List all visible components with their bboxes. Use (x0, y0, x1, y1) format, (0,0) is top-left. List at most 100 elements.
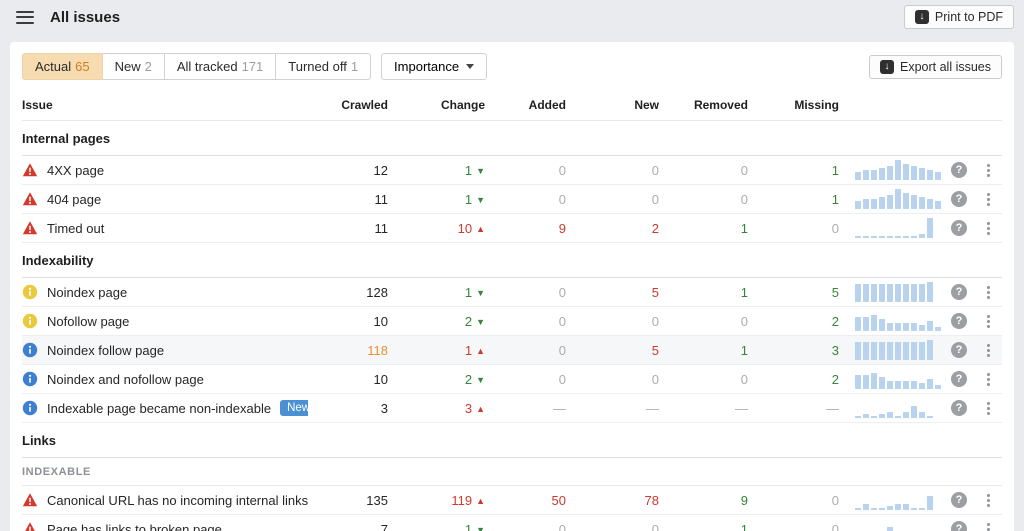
filter-segmented-control: Actual65New2All tracked171Turned off1 (22, 53, 371, 80)
help-icon[interactable]: ? (951, 492, 967, 508)
missing-value: 2 (748, 372, 839, 387)
table-row[interactable]: 4XX page121▼0001? (22, 156, 1002, 185)
help-icon[interactable]: ? (951, 400, 967, 416)
issue-label[interactable]: Indexable page became non-indexable (47, 401, 271, 416)
red-warning-triangle-icon (22, 521, 38, 531)
help-icon[interactable]: ? (951, 284, 967, 300)
help-icon[interactable]: ? (951, 342, 967, 358)
importance-dropdown[interactable]: Importance (381, 53, 487, 80)
row-menu-button[interactable] (974, 494, 1002, 507)
sparkline-bar (903, 342, 909, 360)
export-all-issues-button[interactable]: Export all issues (869, 55, 1002, 79)
table-row[interactable]: Canonical URL has no incoming internal l… (22, 486, 1002, 515)
filter-tab-count: 171 (242, 59, 264, 74)
change-number: 119 (451, 493, 472, 508)
new-value: 5 (566, 285, 659, 300)
subsection-header: INDEXABLE (22, 458, 1002, 486)
row-menu-button[interactable] (974, 193, 1002, 206)
help-icon[interactable]: ? (951, 521, 967, 531)
help-icon[interactable]: ? (951, 220, 967, 236)
table-row[interactable]: Indexable page became non-indexableNew33… (22, 394, 1002, 423)
triangle-down-icon: ▼ (476, 166, 485, 176)
filters-toolbar: Actual65New2All tracked171Turned off1 Im… (10, 42, 1014, 90)
row-menu-button[interactable] (974, 402, 1002, 415)
sparkline-bar (903, 193, 909, 209)
help-icon[interactable]: ? (951, 162, 967, 178)
sparkline-bar (887, 412, 893, 418)
sparkline-bar (871, 236, 877, 238)
table-row[interactable]: Page has links to broken page71▼0010? (22, 515, 1002, 531)
crawled-value: 12 (308, 163, 388, 178)
help-icon[interactable]: ? (951, 371, 967, 387)
new-badge: New (280, 400, 308, 416)
issue-label[interactable]: Noindex page (47, 285, 127, 300)
sparkline-bar (863, 170, 869, 180)
sparkline-bar (927, 379, 933, 389)
crawled-value: 3 (308, 401, 388, 416)
sparkline-bar (919, 383, 925, 389)
sparkline-bar (935, 201, 941, 209)
kebab-menu-icon (987, 315, 990, 328)
removed-value: — (659, 401, 748, 416)
removed-value: 0 (659, 314, 748, 329)
col-header-change: Change (388, 98, 485, 112)
crawled-value: 128 (308, 285, 388, 300)
row-menu-button[interactable] (974, 315, 1002, 328)
help-icon[interactable]: ? (951, 191, 967, 207)
row-menu-button[interactable] (974, 222, 1002, 235)
issue-label[interactable]: 4XX page (47, 163, 104, 178)
issue-label[interactable]: Timed out (47, 221, 104, 236)
table-row[interactable]: Timed out1110▲9210? (22, 214, 1002, 243)
removed-value: 1 (659, 522, 748, 531)
missing-value: 0 (748, 522, 839, 531)
hamburger-menu-icon[interactable] (16, 11, 34, 24)
row-menu-button[interactable] (974, 373, 1002, 386)
table-row[interactable]: Noindex and nofollow page102▼0002? (22, 365, 1002, 394)
issue-label[interactable]: Noindex follow page (47, 343, 164, 358)
help-icon[interactable]: ? (951, 313, 967, 329)
triangle-up-icon: ▲ (476, 346, 485, 356)
sparkline-bar (911, 323, 917, 331)
sparkline-bar (887, 342, 893, 360)
row-menu-button[interactable] (974, 344, 1002, 357)
filter-tab-all-tracked[interactable]: All tracked171 (164, 53, 276, 80)
print-to-pdf-button[interactable]: Print to PDF (904, 5, 1014, 29)
new-value: 0 (566, 163, 659, 178)
added-value: 0 (485, 163, 566, 178)
sparkline-bar (887, 381, 893, 389)
issue-label[interactable]: Canonical URL has no incoming internal l… (47, 493, 308, 508)
sparkline-bar (887, 236, 893, 238)
filter-tab-label: New (115, 59, 141, 74)
section-header: Indexability (22, 243, 1002, 278)
row-menu-button[interactable] (974, 523, 1002, 531)
row-menu-button[interactable] (974, 164, 1002, 177)
filter-tab-actual[interactable]: Actual65 (22, 53, 103, 80)
sparkline-bar (863, 414, 869, 418)
sparkline-bar (895, 323, 901, 331)
row-menu-button[interactable] (974, 286, 1002, 299)
table-row[interactable]: Nofollow page102▼0002? (22, 307, 1002, 336)
kebab-menu-icon (987, 344, 990, 357)
sparkline-bar (895, 284, 901, 302)
yellow-info-circle-icon (22, 284, 38, 300)
new-value: 5 (566, 343, 659, 358)
added-value: 0 (485, 192, 566, 207)
table-header-row: IssueCrawledChangeAddedNewRemovedMissing (22, 90, 1002, 121)
new-value: 0 (566, 522, 659, 531)
issue-label[interactable]: Page has links to broken page (47, 522, 222, 531)
issue-label[interactable]: 404 page (47, 192, 101, 207)
table-row[interactable]: 404 page111▼0001? (22, 185, 1002, 214)
table-row[interactable]: Noindex page1281▼0515? (22, 278, 1002, 307)
filter-tab-new[interactable]: New2 (102, 53, 165, 80)
table-row[interactable]: Noindex follow page1181▲0513? (22, 336, 1002, 365)
kebab-menu-icon (987, 286, 990, 299)
sparkline-bar (903, 412, 909, 418)
sparkline-bar (903, 504, 909, 510)
sparkline-bar (919, 508, 925, 510)
filter-tab-turned-off[interactable]: Turned off1 (275, 53, 371, 80)
issue-label[interactable]: Noindex and nofollow page (47, 372, 204, 387)
issue-label[interactable]: Nofollow page (47, 314, 129, 329)
change-number: 1 (465, 285, 472, 300)
crawled-value: 11 (308, 192, 388, 207)
sparkline-bar (879, 319, 885, 331)
